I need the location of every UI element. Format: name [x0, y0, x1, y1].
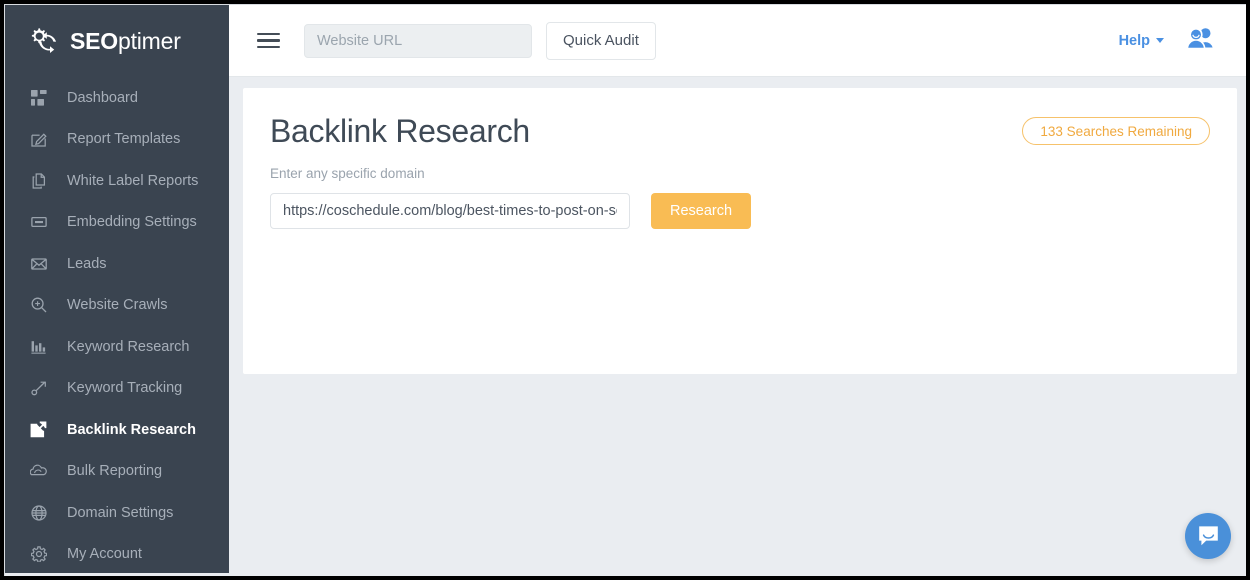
- help-label: Help: [1119, 33, 1150, 49]
- chevron-down-icon: [1156, 38, 1164, 43]
- people-avatars-icon[interactable]: [1186, 26, 1215, 55]
- searches-remaining-badge[interactable]: 133 Searches Remaining: [1022, 117, 1210, 145]
- backlink-research-card: Backlink Research 133 Searches Remaining…: [243, 88, 1237, 374]
- sidebar-item-bulk-reporting[interactable]: Bulk Reporting: [5, 451, 229, 493]
- help-menu[interactable]: Help: [1119, 33, 1164, 49]
- sidebar-item-domain-settings[interactable]: Domain Settings: [5, 492, 229, 534]
- sidebar-item-label: Dashboard: [67, 91, 138, 106]
- copy-documents-icon: [30, 172, 47, 189]
- sidebar-item-dashboard[interactable]: Dashboard: [5, 77, 229, 119]
- grid-icon: [30, 89, 47, 106]
- topbar-right-group: Help: [1119, 26, 1227, 55]
- sidebar-item-label: Keyword Research: [67, 340, 190, 355]
- trend-line-icon: [30, 380, 47, 397]
- sidebar-item-keyword-tracking[interactable]: Keyword Tracking: [5, 368, 229, 410]
- sidebar-item-my-account[interactable]: My Account: [5, 534, 229, 576]
- sidebar-item-label: Embedding Settings: [67, 215, 197, 230]
- sidebar-item-backlink-research[interactable]: Backlink Research: [5, 409, 229, 451]
- external-link-icon: [30, 421, 47, 438]
- website-url-input[interactable]: [304, 24, 532, 58]
- main-content: Backlink Research 133 Searches Remaining…: [229, 77, 1246, 573]
- sidebar-item-embedding-settings[interactable]: Embedding Settings: [5, 202, 229, 244]
- gear-icon: [30, 546, 47, 563]
- sidebar-item-label: Backlink Research: [67, 423, 196, 438]
- quick-audit-button[interactable]: Quick Audit: [546, 22, 656, 60]
- sidebar-item-label: Domain Settings: [67, 506, 173, 521]
- envelope-icon: [30, 255, 47, 272]
- pencil-square-icon: [30, 131, 47, 148]
- brand-logo-block[interactable]: SEOptimer: [5, 5, 229, 77]
- sidebar-item-label: White Label Reports: [67, 174, 198, 189]
- page-title: Backlink Research: [270, 113, 530, 150]
- hamburger-icon[interactable]: [245, 5, 291, 77]
- sidebar-item-leads[interactable]: Leads: [5, 243, 229, 285]
- top-bar: Quick Audit Help: [229, 5, 1246, 77]
- sidebar-item-label: My Account: [67, 547, 142, 562]
- sidebar-item-report-templates[interactable]: Report Templates: [5, 119, 229, 161]
- app-viewport: SEOptimer Dashboard: [4, 4, 1246, 576]
- sidebar-item-label: Website Crawls: [67, 298, 167, 313]
- cloud-gauge-icon: [30, 463, 47, 480]
- search-plus-icon: [30, 297, 47, 314]
- sidebar-item-label: Bulk Reporting: [67, 464, 162, 479]
- sidebar-item-label: Keyword Tracking: [67, 381, 182, 396]
- sidebar-item-label: Leads: [67, 257, 107, 272]
- domain-input[interactable]: [270, 193, 630, 229]
- embed-box-icon: [30, 214, 47, 231]
- research-button[interactable]: Research: [651, 193, 751, 229]
- bar-chart-icon: [30, 338, 47, 355]
- sidebar-item-keyword-research[interactable]: Keyword Research: [5, 326, 229, 368]
- sidebar-item-white-label-reports[interactable]: White Label Reports: [5, 160, 229, 202]
- form-subtitle: Enter any specific domain: [270, 166, 425, 181]
- domain-search-form: Research: [270, 193, 751, 229]
- sidebar-item-label: Report Templates: [67, 132, 180, 147]
- sidebar: SEOptimer Dashboard: [5, 5, 229, 573]
- intercom-chat-icon[interactable]: [1185, 513, 1231, 559]
- globe-icon: [30, 504, 47, 521]
- seoptimer-logo-icon: [27, 24, 61, 58]
- brand-name: SEOptimer: [70, 28, 181, 55]
- sidebar-item-website-crawls[interactable]: Website Crawls: [5, 285, 229, 327]
